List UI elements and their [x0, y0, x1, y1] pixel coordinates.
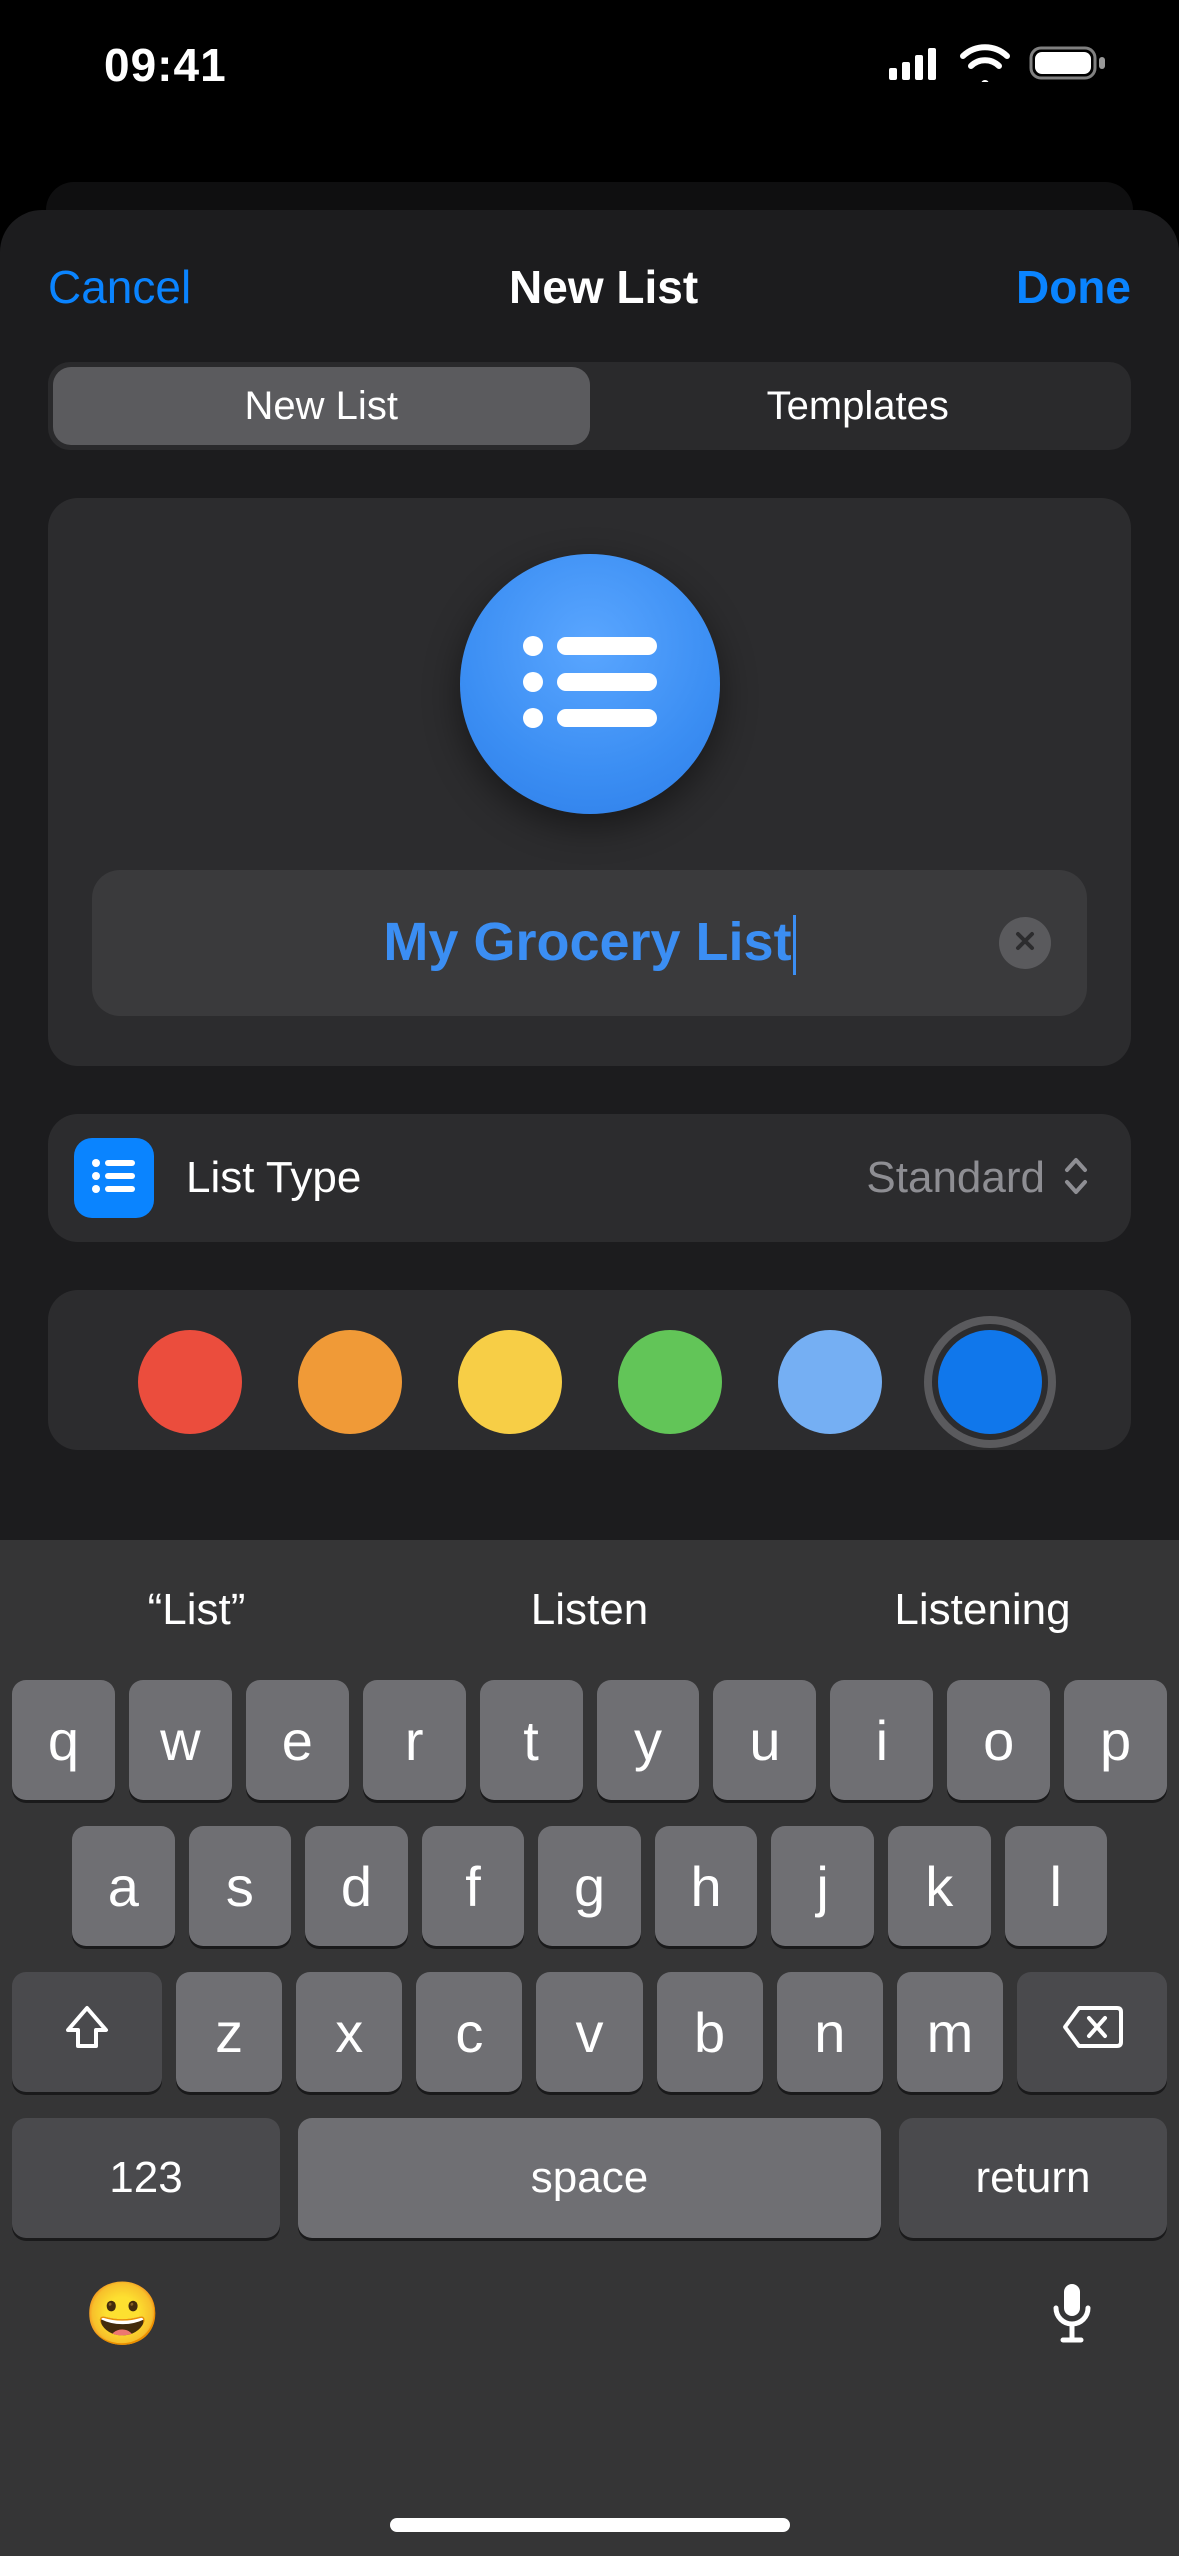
chevron-up-down-icon: [1061, 1154, 1091, 1203]
key-rows: qwertyuiop asdfghjkl zxcvbnm 123 space r…: [0, 1680, 1179, 2238]
list-bullet-icon: [90, 1156, 138, 1201]
status-time: 09:41: [104, 38, 227, 92]
list-header-card: My Grocery List: [48, 498, 1131, 1066]
color-swatch[interactable]: [778, 1330, 882, 1434]
key-c[interactable]: c: [416, 1972, 522, 2092]
color-picker-card: [48, 1290, 1131, 1450]
key-x[interactable]: x: [296, 1972, 402, 2092]
key-r[interactable]: r: [363, 1680, 466, 1800]
page-title: New List: [509, 260, 698, 314]
list-mode-segmented[interactable]: New List Templates: [48, 362, 1131, 450]
shift-key[interactable]: [12, 1972, 162, 2092]
color-swatch[interactable]: [138, 1330, 242, 1434]
key-o[interactable]: o: [947, 1680, 1050, 1800]
shift-icon: [62, 2002, 112, 2062]
clear-text-button[interactable]: [999, 917, 1051, 969]
key-row-4: 123 space return: [12, 2118, 1167, 2238]
list-icon-preview[interactable]: [460, 554, 720, 814]
cellular-icon: [889, 46, 941, 85]
key-d[interactable]: d: [305, 1826, 408, 1946]
key-h[interactable]: h: [655, 1826, 758, 1946]
key-f[interactable]: f: [422, 1826, 525, 1946]
key-q[interactable]: q: [12, 1680, 115, 1800]
key-row-1: qwertyuiop: [12, 1680, 1167, 1800]
list-type-icon: [74, 1138, 154, 1218]
key-n[interactable]: n: [777, 1972, 883, 2092]
key-g[interactable]: g: [538, 1826, 641, 1946]
key-row-3: zxcvbnm: [12, 1972, 1167, 2092]
status-bar: 09:41: [0, 0, 1179, 130]
key-a[interactable]: a: [72, 1826, 175, 1946]
color-swatch[interactable]: [618, 1330, 722, 1434]
backspace-key[interactable]: [1017, 1972, 1167, 2092]
background-sheet-peek: [46, 182, 1133, 212]
color-swatch[interactable]: [938, 1330, 1042, 1434]
nav-bar: Cancel New List Done: [0, 246, 1179, 328]
list-name-value: My Grocery List: [383, 912, 791, 972]
list-type-value: Standard: [866, 1153, 1045, 1203]
key-row-2: asdfghjkl: [12, 1826, 1167, 1946]
color-swatch[interactable]: [298, 1330, 402, 1434]
key-l[interactable]: l: [1005, 1826, 1108, 1946]
key-t[interactable]: t: [480, 1680, 583, 1800]
list-type-label: List Type: [186, 1153, 866, 1203]
segment-new-list[interactable]: New List: [53, 367, 590, 445]
dictation-button[interactable]: [1049, 2280, 1095, 2349]
key-z[interactable]: z: [176, 1972, 282, 2092]
key-y[interactable]: y: [597, 1680, 700, 1800]
list-bullet-icon: [515, 622, 665, 747]
suggestion-3[interactable]: Listening: [786, 1585, 1179, 1635]
home-indicator[interactable]: [390, 2518, 790, 2532]
key-k[interactable]: k: [888, 1826, 991, 1946]
done-button[interactable]: Done: [1016, 260, 1131, 314]
keyboard-bottom-bar: 😀: [0, 2238, 1179, 2426]
numbers-key[interactable]: 123: [12, 2118, 280, 2238]
key-s[interactable]: s: [189, 1826, 292, 1946]
wifi-icon: [959, 44, 1011, 87]
space-key[interactable]: space: [298, 2118, 881, 2238]
text-cursor: [793, 915, 796, 975]
keyboard: “List” Listen Listening qwertyuiop asdfg…: [0, 1540, 1179, 2556]
cancel-button[interactable]: Cancel: [48, 260, 191, 314]
key-e[interactable]: e: [246, 1680, 349, 1800]
segment-templates[interactable]: Templates: [590, 367, 1127, 445]
key-m[interactable]: m: [897, 1972, 1003, 2092]
close-icon: [1013, 929, 1037, 958]
key-j[interactable]: j: [771, 1826, 874, 1946]
status-icons: [889, 44, 1107, 87]
suggestion-bar: “List” Listen Listening: [0, 1540, 1179, 1680]
key-p[interactable]: p: [1064, 1680, 1167, 1800]
key-v[interactable]: v: [536, 1972, 642, 2092]
list-name-input[interactable]: My Grocery List: [92, 911, 1087, 976]
color-swatch[interactable]: [458, 1330, 562, 1434]
key-i[interactable]: i: [830, 1680, 933, 1800]
list-name-input-container[interactable]: My Grocery List: [92, 870, 1087, 1016]
suggestion-1[interactable]: “List”: [0, 1585, 393, 1635]
key-b[interactable]: b: [657, 1972, 763, 2092]
emoji-button[interactable]: 😀: [84, 2278, 161, 2351]
key-u[interactable]: u: [713, 1680, 816, 1800]
list-type-row[interactable]: List Type Standard: [48, 1114, 1131, 1242]
backspace-icon: [1061, 2004, 1123, 2060]
return-key[interactable]: return: [899, 2118, 1167, 2238]
battery-icon: [1029, 44, 1107, 87]
suggestion-2[interactable]: Listen: [393, 1585, 786, 1635]
key-w[interactable]: w: [129, 1680, 232, 1800]
